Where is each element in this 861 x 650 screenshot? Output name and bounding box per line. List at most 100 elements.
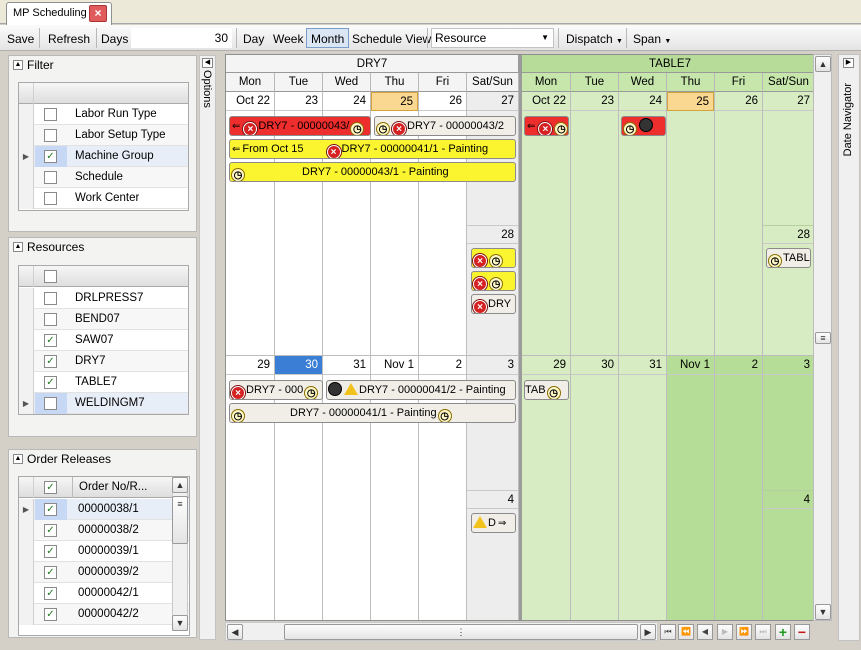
calendar-vscrollbar[interactable]: ▲ ≡ ▼: [813, 54, 832, 621]
day-cell[interactable]: 23: [571, 92, 619, 356]
event-small[interactable]: × ◷: [471, 271, 516, 291]
day-cell[interactable]: 31: [619, 356, 667, 620]
collapse-icon[interactable]: ▲: [13, 242, 23, 252]
event-table7-tab[interactable]: TAB ◷: [524, 380, 569, 400]
event-table7[interactable]: ◷: [621, 116, 666, 136]
order-scrollbar[interactable]: ▲ ≡ ▼: [172, 477, 188, 631]
scroll-up-icon[interactable]: ▲: [815, 56, 831, 72]
event-table7-tabl[interactable]: ◷ TABL: [766, 248, 811, 268]
resources-header[interactable]: ▲ Resources: [9, 238, 196, 258]
resource-row[interactable]: ▶ WELDINGM7: [19, 393, 188, 414]
row-checkbox[interactable]: ✓: [35, 562, 67, 583]
row-checkbox[interactable]: ✓: [35, 583, 67, 604]
span-menu[interactable]: Span ▼: [628, 28, 676, 48]
event-dry7-00000041-2[interactable]: DRY7 - 00000041/2 - Painting: [326, 380, 516, 400]
day-cell[interactable]: 25: [667, 92, 715, 356]
row-checkbox[interactable]: ✓: [35, 372, 67, 393]
event-dry7-00000043[interactable]: ⇐ × DRY7 - 00000043/◷: [229, 116, 371, 136]
resource-row[interactable]: BEND07: [19, 309, 188, 330]
event-dry7-00000043-2[interactable]: ◷ × DRY7 - 00000043/2: [374, 116, 516, 136]
filter-row[interactable]: ▶ ✓ Machine Group: [19, 146, 188, 167]
day-view-button[interactable]: Day: [238, 28, 269, 48]
scroll-down-icon[interactable]: ▼: [815, 604, 831, 620]
row-checkbox[interactable]: [35, 188, 67, 209]
filter-row[interactable]: Labor Run Type: [19, 104, 188, 125]
scroll-down-icon[interactable]: ▼: [172, 615, 188, 631]
event-table7[interactable]: ⇐ × ◷: [524, 116, 569, 136]
filter-row[interactable]: Work Center: [19, 188, 188, 209]
row-checkbox[interactable]: ✓: [35, 330, 67, 351]
row-checkbox[interactable]: [35, 125, 67, 146]
event-dry7-000[interactable]: × DRY7 - 000 ◷: [229, 380, 323, 400]
event-dry7-00000041-1-week2[interactable]: ◷ DRY7 - 00000041/1 - Painting ◷: [229, 403, 516, 423]
order-row[interactable]: ✓ 00000039/2: [19, 562, 189, 583]
day-cell[interactable]: 26: [715, 92, 763, 356]
resource-row[interactable]: ✓ DRY7: [19, 351, 188, 372]
row-checkbox[interactable]: [35, 167, 67, 188]
day-cell[interactable]: 27 28: [763, 92, 815, 356]
row-checkbox[interactable]: ✓: [35, 541, 67, 562]
row-checkbox[interactable]: ✓: [35, 604, 67, 625]
row-checkbox[interactable]: ✓: [35, 520, 67, 541]
prev-icon[interactable]: ◀: [697, 624, 713, 640]
row-checkbox[interactable]: ✓: [35, 146, 67, 167]
collapse-icon[interactable]: ▲: [13, 454, 23, 464]
row-checkbox[interactable]: [35, 393, 67, 414]
scroll-thumb[interactable]: ≡: [815, 332, 831, 344]
row-checkbox[interactable]: [35, 309, 67, 330]
day-cell[interactable]: 30: [571, 356, 619, 620]
tab-mp-scheduling[interactable]: MP Scheduling ×: [6, 2, 112, 25]
dispatch-menu[interactable]: Dispatch ▼: [561, 28, 628, 48]
event-dry7-00000043-1[interactable]: ◷ DRY7 - 00000043/1 - Painting: [229, 162, 516, 182]
date-navigator-strip[interactable]: ▶ Date Navigator: [838, 54, 860, 641]
event-d[interactable]: D ⇒: [471, 513, 516, 533]
options-strip[interactable]: ◀ Options: [199, 55, 216, 640]
last-page-icon[interactable]: ⏭: [755, 624, 771, 640]
next-page-icon[interactable]: ⏩: [736, 624, 752, 640]
order-row[interactable]: ✓ 00000042/2: [19, 604, 189, 625]
resource-row[interactable]: DRLPRESS7: [19, 288, 188, 309]
resource-row[interactable]: ✓ TABLE7: [19, 372, 188, 393]
close-icon[interactable]: ×: [89, 5, 107, 22]
collapse-icon[interactable]: ▲: [13, 60, 23, 70]
event-small[interactable]: × ◷: [471, 248, 516, 268]
calendar-hscrollbar[interactable]: ◀ ⋮ ▶: [225, 622, 658, 641]
row-checkbox[interactable]: ✓: [35, 499, 67, 520]
row-checkbox[interactable]: [35, 104, 67, 125]
expand-icon[interactable]: ▶: [843, 58, 854, 68]
scroll-right-icon[interactable]: ▶: [640, 624, 656, 640]
next-icon[interactable]: ▶: [717, 624, 733, 640]
save-button[interactable]: Save: [2, 28, 39, 48]
event-dry7-00000041-1[interactable]: ⇐ From Oct 15 × DRY7 - 00000041/1 - Paintin…: [229, 139, 516, 159]
event-dry[interactable]: × DRY: [471, 294, 516, 314]
prev-page-icon[interactable]: ⏪: [678, 624, 694, 640]
resource-row[interactable]: ✓ SAW07: [19, 330, 188, 351]
order-row[interactable]: ✓ 00000039/1: [19, 541, 189, 562]
add-icon[interactable]: +: [775, 624, 791, 640]
order-column-header[interactable]: Order No/R...: [72, 477, 172, 498]
row-checkbox[interactable]: ✓: [35, 351, 67, 372]
select-all-checkbox[interactable]: [35, 266, 67, 287]
order-row[interactable]: ✓ 00000038/2: [19, 520, 189, 541]
order-row[interactable]: ▶ ✓ 00000038/1: [19, 499, 189, 520]
month-view-button[interactable]: Month: [306, 28, 350, 48]
refresh-button[interactable]: Refresh: [43, 28, 95, 48]
day-cell[interactable]: 2: [715, 356, 763, 620]
view-select[interactable]: Resource ▼: [431, 28, 554, 48]
schedule-view-button[interactable]: Schedule View: [347, 28, 436, 48]
select-all-checkbox[interactable]: ✓: [35, 477, 67, 498]
order-releases-header[interactable]: ▲ Order Releases: [9, 450, 196, 470]
scroll-thumb[interactable]: ≡: [172, 496, 188, 544]
row-checkbox[interactable]: [35, 288, 67, 309]
scroll-up-icon[interactable]: ▲: [172, 477, 188, 493]
filter-header[interactable]: ▲ Filter: [9, 56, 196, 76]
scroll-left-icon[interactable]: ◀: [227, 624, 243, 640]
day-cell[interactable]: 34: [763, 356, 815, 620]
day-cell[interactable]: Nov 1: [667, 356, 715, 620]
first-page-icon[interactable]: ⏮: [660, 624, 676, 640]
week-view-button[interactable]: Week: [268, 28, 308, 48]
order-row[interactable]: ✓ 00000042/1: [19, 583, 189, 604]
filter-row[interactable]: Labor Setup Type: [19, 125, 188, 146]
days-input[interactable]: 30: [131, 28, 232, 48]
collapse-left-icon[interactable]: ◀: [202, 58, 213, 68]
